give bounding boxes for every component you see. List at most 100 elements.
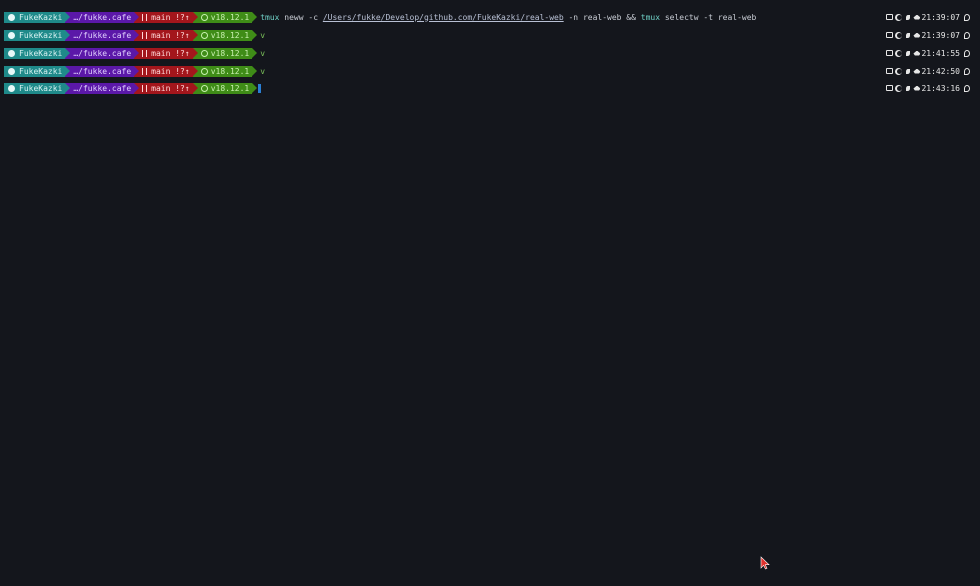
prompt-git-segment: main !?↑ [134,29,198,41]
prompt-git-segment: main !?↑ [134,47,198,59]
timestamp: 21:42:50 [921,66,960,76]
prompt-dir: …/fukke.cafe [73,30,132,40]
leaf-icon [906,32,911,38]
leaf-icon [906,85,911,91]
battery-icon [886,14,894,20]
prompt-node-version: v18.12.1 [210,83,250,93]
prompt-dir: …/fukke.cafe [73,48,132,58]
timestamp: 21:39:07 [921,12,960,22]
moon-icon [897,69,902,74]
prompt-user-segment: FukeKazki [4,11,71,23]
leaf-icon [906,68,911,74]
prompt-user: FukeKazki [19,83,63,93]
prompt-user: FukeKazki [19,12,63,22]
github-icon [8,84,15,92]
moon-icon [897,33,902,38]
prompt-user-segment: FukeKazki [4,29,71,41]
prompt-branch: main !?↑ [151,12,190,22]
github-icon [8,13,15,21]
moon-icon [897,86,902,91]
right-prompt: 21:42:50 [886,65,972,77]
battery-icon [886,50,894,56]
spaceship-icon [913,32,921,38]
command-text: tmux neww -c /Users/fukke/Develop/github… [260,13,756,22]
leaf-icon [906,14,911,20]
timestamp: 21:41:55 [921,48,960,58]
prompt-user: FukeKazki [19,30,63,40]
text-cursor[interactable] [258,83,262,93]
mouse-pointer-icon [760,556,770,570]
nodejs-icon [200,31,208,39]
prompt-branch: main !?↑ [151,48,190,58]
battery-icon [886,85,894,91]
prompt-dir-segment: …/fukke.cafe [65,65,139,77]
git-branch-icon [142,84,148,92]
prompt-dir: …/fukke.cafe [73,12,132,22]
clock-icon [964,49,970,57]
spaceship-icon [913,68,921,74]
clock-icon [964,31,970,39]
clock-icon [964,13,970,21]
spaceship-icon [913,50,921,56]
clock-icon [964,84,970,92]
prompt-dir-segment: …/fukke.cafe [65,82,139,94]
terminal-line: FukeKazki …/fukke.cafe main !?↑ v18.12.1… [4,65,976,77]
right-prompt: 21:39:07 [886,29,972,41]
prompt-branch: main !?↑ [151,30,190,40]
prompt-char: v [260,48,266,58]
command-arg: -n real-web [563,12,627,22]
moon-icon [897,51,902,56]
prompt-node-segment: v18.12.1 [192,47,257,59]
moon-icon [897,15,902,20]
prompt-user-segment: FukeKazki [4,47,71,59]
github-icon [8,49,15,57]
clock-icon [964,67,970,75]
command-arg: neww -c [279,12,323,22]
right-prompt: 21:43:16 [886,82,972,94]
command-arg: selectw -t real-web [660,12,757,22]
prompt-node-version: v18.12.1 [210,66,250,76]
prompt-dir: …/fukke.cafe [73,66,132,76]
timestamp: 21:39:07 [921,30,960,40]
battery-icon [886,32,894,38]
command-operator: && [626,12,636,22]
prompt-git-segment: main !?↑ [134,82,198,94]
spaceship-icon [913,14,921,20]
prompt-user: FukeKazki [19,66,63,76]
prompt-node-segment: v18.12.1 [192,82,257,94]
nodejs-icon [200,84,208,92]
nodejs-icon [200,13,208,21]
prompt-node-segment: v18.12.1 [192,65,257,77]
prompt-node-version: v18.12.1 [210,48,250,58]
prompt-node-segment: v18.12.1 [192,11,257,23]
right-prompt: 21:41:55 [886,47,972,59]
git-branch-icon [142,67,148,75]
prompt-branch: main !?↑ [151,66,190,76]
git-branch-icon [142,49,148,57]
leaf-icon [906,50,911,56]
battery-icon [886,68,894,74]
prompt-node-version: v18.12.1 [210,30,250,40]
terminal-line: FukeKazki …/fukke.cafe main !?↑ v18.12.1… [4,47,976,59]
spaceship-icon [913,85,921,91]
prompt-char: v [260,66,266,76]
timestamp: 21:43:16 [921,83,960,93]
terminal-line-active: FukeKazki …/fukke.cafe main !?↑ v18.12.1… [4,82,976,94]
prompt-node-segment: v18.12.1 [192,29,257,41]
terminal-window[interactable]: FukeKazki …/fukke.cafe main !?↑ v18.12.1… [0,0,980,586]
prompt-dir-segment: …/fukke.cafe [65,29,139,41]
prompt-user-segment: FukeKazki [4,82,71,94]
git-branch-icon [142,31,148,39]
terminal-line: FukeKazki …/fukke.cafe main !?↑ v18.12.1… [4,29,976,41]
prompt-dir: …/fukke.cafe [73,83,132,93]
git-branch-icon [142,13,148,21]
prompt-dir-segment: …/fukke.cafe [65,11,139,23]
prompt-user-segment: FukeKazki [4,65,71,77]
terminal-line: FukeKazki …/fukke.cafe main !?↑ v18.12.1… [4,11,976,23]
nodejs-icon [200,67,208,75]
github-icon [8,31,15,39]
command-keyword: tmux [260,12,280,22]
command-keyword: tmux [635,12,661,22]
right-prompt: 21:39:07 [886,11,972,23]
github-icon [8,67,15,75]
